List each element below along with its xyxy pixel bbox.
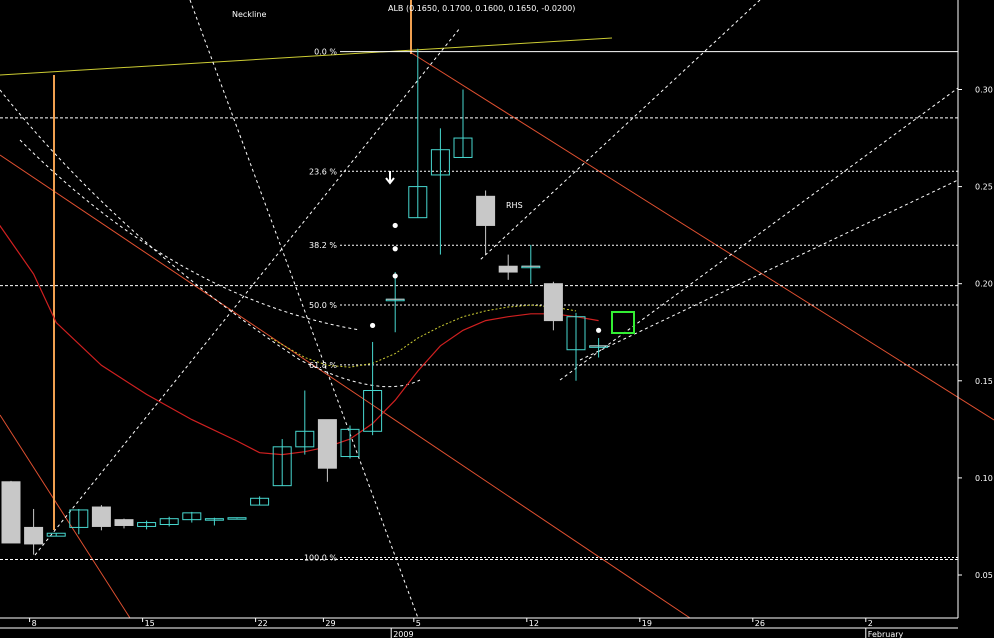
y-tick-label: 0.05 <box>975 571 993 580</box>
rhs-label: RHS <box>506 201 523 210</box>
fib-label: 50.0 % <box>309 301 337 310</box>
fib-label: 23.6 % <box>309 167 337 176</box>
y-tick-label: 0.25 <box>975 183 993 192</box>
candle-body <box>1 481 21 544</box>
candle-body <box>24 526 44 545</box>
x-secondary-label: February <box>868 630 904 638</box>
x-tick-label: 29 <box>325 619 335 628</box>
signal-dot <box>392 222 398 229</box>
x-tick-label: 15 <box>145 619 155 628</box>
x-tick-label: 5 <box>416 619 421 628</box>
x-secondary-label: 2009 <box>393 630 413 638</box>
price-chart[interactable]: 0.0 %23.6 %38.2 %50.0 %61.8 %100.0 % 0.3… <box>0 0 994 638</box>
candle-body <box>114 519 134 526</box>
y-tick-label: 0.15 <box>975 377 993 386</box>
x-tick-label: 12 <box>529 619 539 628</box>
signal-dot <box>392 273 398 279</box>
y-tick-label: 0.10 <box>975 474 993 483</box>
x-tick-label: 26 <box>755 619 765 628</box>
signal-dot <box>596 327 602 333</box>
fib-label: 100.0 % <box>304 554 337 563</box>
fib-label: 38.2 % <box>309 241 337 250</box>
x-tick-label: 19 <box>642 619 652 628</box>
x-tick-label: 22 <box>258 619 268 628</box>
x-tick-label: 8 <box>32 619 37 628</box>
candle-body <box>543 283 563 322</box>
signal-dot <box>370 322 376 329</box>
candle[interactable] <box>91 505 111 531</box>
x-tick-label: 2 <box>868 619 873 628</box>
y-tick-label: 0.20 <box>975 280 993 289</box>
signal-dot <box>392 246 398 252</box>
candle-body <box>317 419 337 469</box>
candle[interactable] <box>1 480 21 544</box>
fib-label: 0.0 % <box>314 48 337 57</box>
neckline-label: Neckline <box>232 10 266 19</box>
y-tick-label: 0.30 <box>975 86 993 95</box>
candle-body <box>498 265 518 273</box>
chart-title: ALB (0.1650, 0.1700, 0.1600, 0.1650, -0.… <box>388 4 575 13</box>
candle-body <box>91 506 111 527</box>
candle-body <box>476 195 496 226</box>
